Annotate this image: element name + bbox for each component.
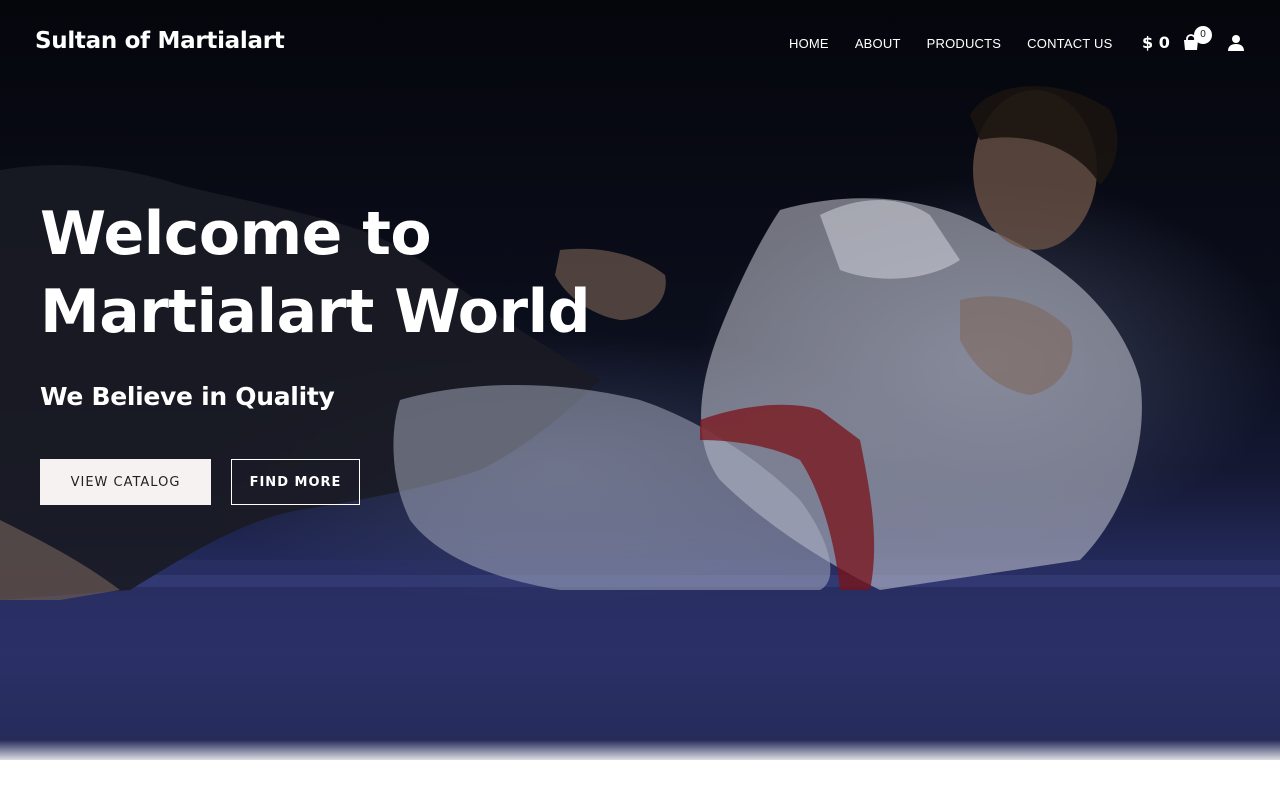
hero-title: Welcome to Martialart World — [40, 199, 591, 347]
nav-about[interactable]: ABOUT — [855, 36, 901, 52]
view-catalog-button[interactable]: VIEW CATALOG — [40, 459, 211, 505]
hero-bottom-fade — [0, 740, 1280, 760]
main-nav: HOME ABOUT PRODUCTS CONTACT US — [789, 36, 1138, 52]
cart-amount[interactable]: $ 0 — [1142, 33, 1170, 52]
nav-contact-us[interactable]: CONTACT US — [1027, 36, 1112, 52]
hero-section — [0, 0, 1280, 760]
user-icon[interactable] — [1227, 34, 1245, 52]
cart-count-badge: 0 — [1194, 26, 1212, 44]
hero-subtitle: We Believe in Quality — [40, 382, 335, 411]
nav-home[interactable]: HOME — [789, 36, 829, 52]
hero-background-image — [0, 86, 1280, 760]
find-more-button[interactable]: FIND MORE — [231, 459, 360, 505]
site-title[interactable]: Sultan of Martialart — [35, 28, 285, 54]
nav-products[interactable]: PRODUCTS — [927, 36, 1002, 52]
